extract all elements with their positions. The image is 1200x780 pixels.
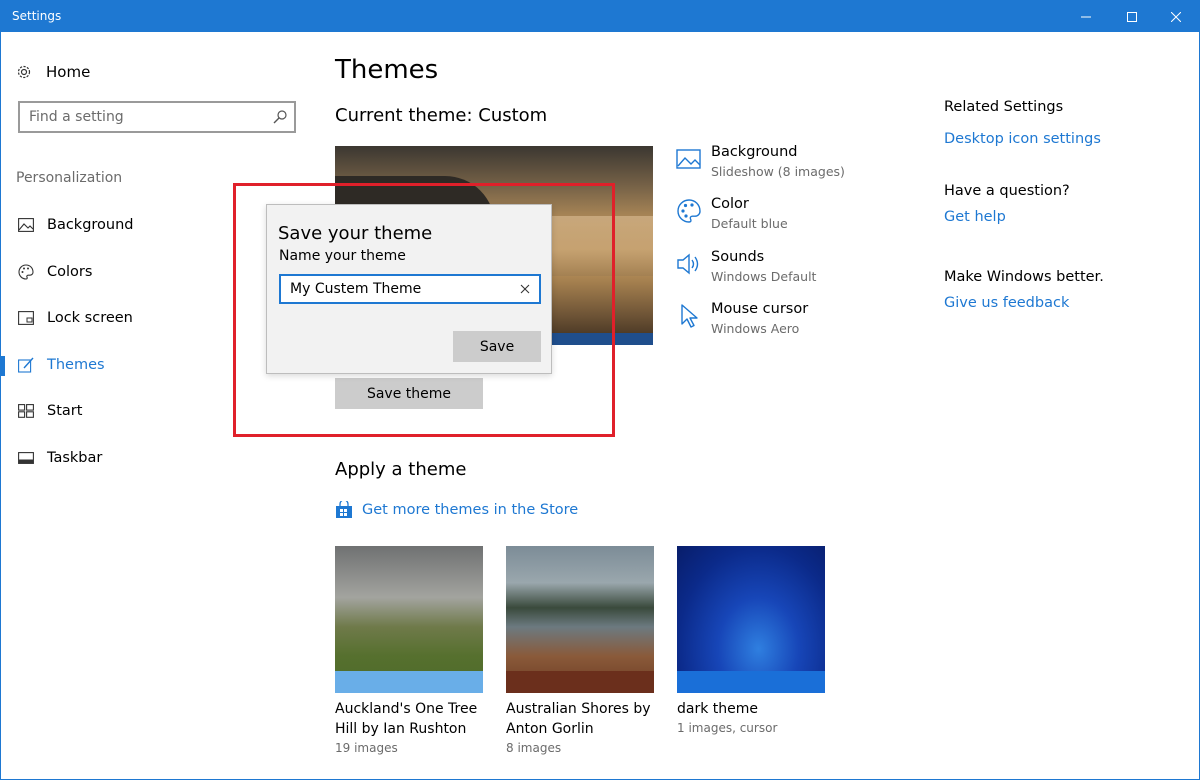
theme-name: Auckland's One Tree Hill by Ian Rushton bbox=[335, 701, 478, 737]
question-title: Have a question? bbox=[944, 183, 1070, 199]
start-icon bbox=[18, 404, 34, 419]
prop-name: Background bbox=[711, 144, 798, 160]
prop-name: Mouse cursor bbox=[711, 300, 809, 317]
dialog-save-button[interactable]: Save bbox=[453, 331, 541, 362]
apply-theme-heading: Apply a theme bbox=[335, 459, 467, 480]
title-bar: Settings bbox=[1, 1, 1199, 32]
image-icon bbox=[18, 218, 34, 233]
theme-count: 1 images, cursor bbox=[677, 721, 778, 735]
store-icon bbox=[336, 501, 352, 518]
theme-thumbnail[interactable] bbox=[335, 546, 483, 693]
get-help-link[interactable]: Get help bbox=[944, 209, 1184, 225]
dialog-label: Name your theme bbox=[279, 248, 406, 264]
prop-mouse-cursor[interactable]: Mouse cursor Windows Aero bbox=[676, 299, 906, 351]
palette-icon bbox=[677, 199, 701, 223]
theme-name: Australian Shores by Anton Gorlin bbox=[506, 701, 651, 737]
background-icon bbox=[676, 149, 701, 169]
prop-background[interactable]: Background Slideshow (8 images) bbox=[676, 142, 906, 194]
sidebar-item-label: Themes bbox=[47, 356, 105, 373]
settings-window: Settings Home Personalization Background bbox=[0, 0, 1200, 780]
prop-value: Default blue bbox=[711, 216, 788, 232]
maximize-button[interactable] bbox=[1109, 1, 1155, 32]
theme-count: 19 images bbox=[335, 741, 398, 755]
theme-name-input[interactable] bbox=[281, 276, 511, 302]
window-title: Settings bbox=[12, 9, 62, 23]
taskbar-icon bbox=[18, 451, 34, 464]
lock-screen-icon bbox=[18, 311, 34, 326]
maximize-icon bbox=[1127, 11, 1137, 22]
prop-sounds[interactable]: Sounds Windows Default bbox=[676, 247, 906, 299]
cursor-icon bbox=[681, 304, 698, 328]
theme-thumbnail[interactable] bbox=[677, 546, 825, 693]
theme-thumbnail[interactable] bbox=[506, 546, 654, 693]
search-input[interactable] bbox=[20, 103, 260, 131]
dialog-title: Save your theme bbox=[278, 223, 433, 244]
related-settings: Related Settings Desktop icon settings H… bbox=[944, 99, 1184, 311]
prop-name: Sounds bbox=[711, 248, 765, 265]
prop-value: Windows Aero bbox=[711, 320, 800, 336]
themes-icon bbox=[18, 357, 34, 373]
minimize-button[interactable] bbox=[1063, 1, 1109, 32]
search-box bbox=[18, 101, 296, 133]
home-nav[interactable]: Home bbox=[16, 61, 286, 83]
theme-properties: Background Slideshow (8 images) Color De… bbox=[676, 142, 906, 351]
give-feedback-link[interactable]: Give us feedback bbox=[944, 295, 1184, 311]
sidebar-item-label: Colors bbox=[47, 263, 93, 280]
home-label: Home bbox=[46, 63, 91, 81]
save-theme-dialog: Save your theme Name your theme Save bbox=[266, 204, 552, 374]
theme-card-dark-theme[interactable]: dark theme 1 images, cursor bbox=[677, 546, 825, 735]
theme-card-auckland[interactable]: Auckland's One Tree Hill by Ian Rushton … bbox=[335, 546, 483, 755]
search-icon[interactable] bbox=[272, 109, 288, 125]
desktop-icon-settings-link[interactable]: Desktop icon settings bbox=[944, 131, 1184, 147]
close-button[interactable] bbox=[1153, 1, 1199, 32]
gear-icon bbox=[17, 65, 31, 79]
prop-color[interactable]: Color Default blue bbox=[676, 194, 906, 246]
clear-icon[interactable] bbox=[518, 282, 532, 296]
theme-name: dark theme bbox=[677, 701, 759, 717]
feedback-title: Make Windows better. bbox=[944, 269, 1104, 285]
page-title: Themes bbox=[335, 55, 439, 85]
theme-count: 8 images bbox=[506, 741, 562, 755]
prop-value: Slideshow (8 images) bbox=[711, 164, 845, 179]
prop-name: Color bbox=[711, 196, 749, 213]
minimize-icon bbox=[1081, 16, 1091, 17]
palette-icon bbox=[18, 264, 34, 280]
theme-name-field bbox=[279, 274, 541, 304]
store-link[interactable]: Get more themes in the Store bbox=[335, 501, 578, 519]
section-label: Personalization bbox=[16, 170, 123, 186]
sidebar-item-label: Start bbox=[47, 403, 83, 420]
related-settings-title: Related Settings bbox=[944, 99, 1064, 115]
sidebar-item-label: Lock screen bbox=[47, 310, 133, 327]
speaker-icon bbox=[677, 253, 699, 275]
sidebar-item-label: Taskbar bbox=[47, 449, 103, 466]
store-link-label: Get more themes in the Store bbox=[362, 502, 579, 518]
close-icon bbox=[1171, 11, 1181, 22]
sidebar-item-label: Background bbox=[47, 217, 134, 234]
current-theme-heading: Current theme: Custom bbox=[335, 105, 548, 126]
theme-card-australian-shores[interactable]: Australian Shores by Anton Gorlin 8 imag… bbox=[506, 546, 654, 755]
sidebar-item-taskbar[interactable]: Taskbar bbox=[1, 435, 291, 482]
prop-value: Windows Default bbox=[711, 268, 817, 284]
